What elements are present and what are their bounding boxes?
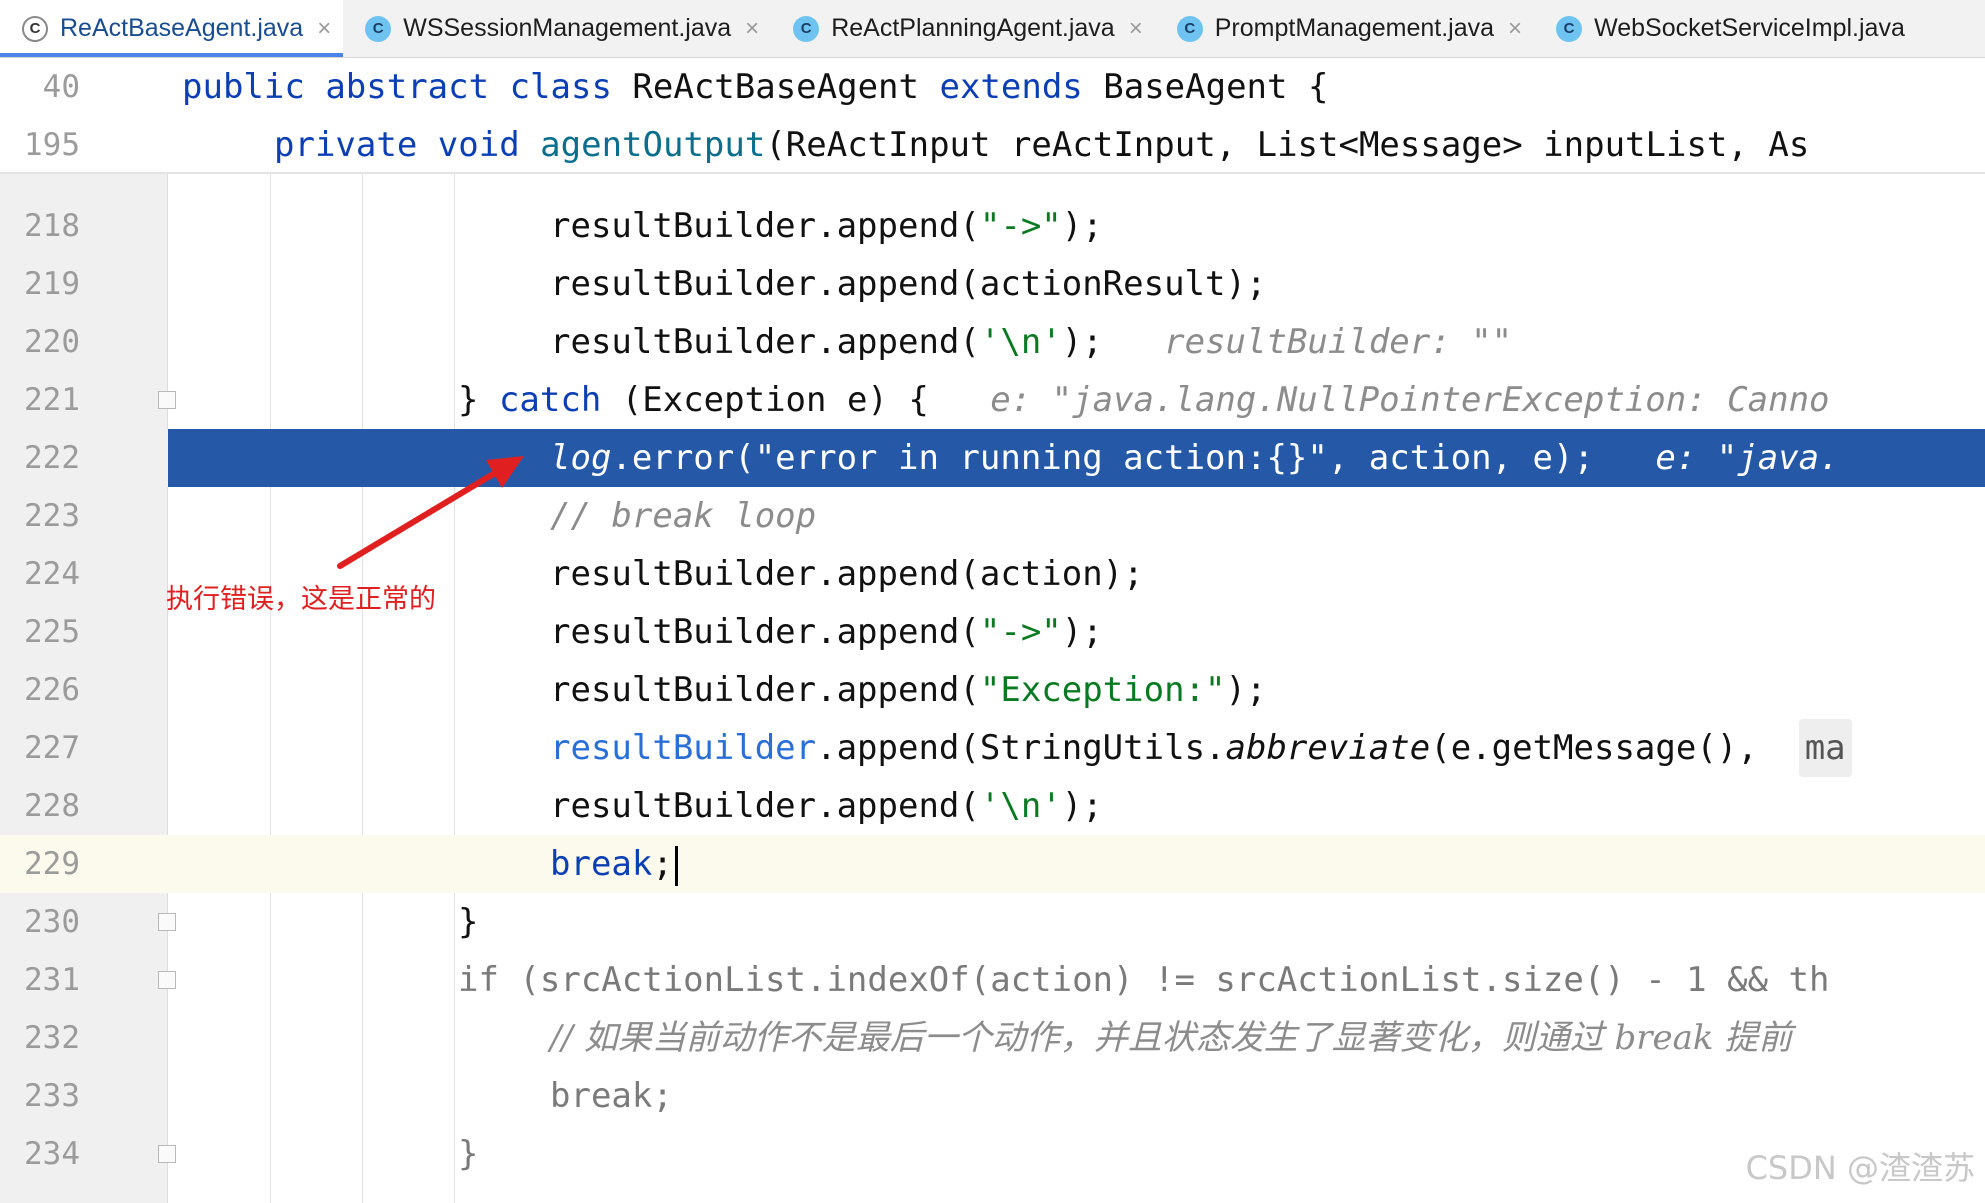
watermark: CSDN @渣渣苏 [1745,1149,1975,1187]
annotation-note: 执行错误，这是正常的 [166,584,436,615]
